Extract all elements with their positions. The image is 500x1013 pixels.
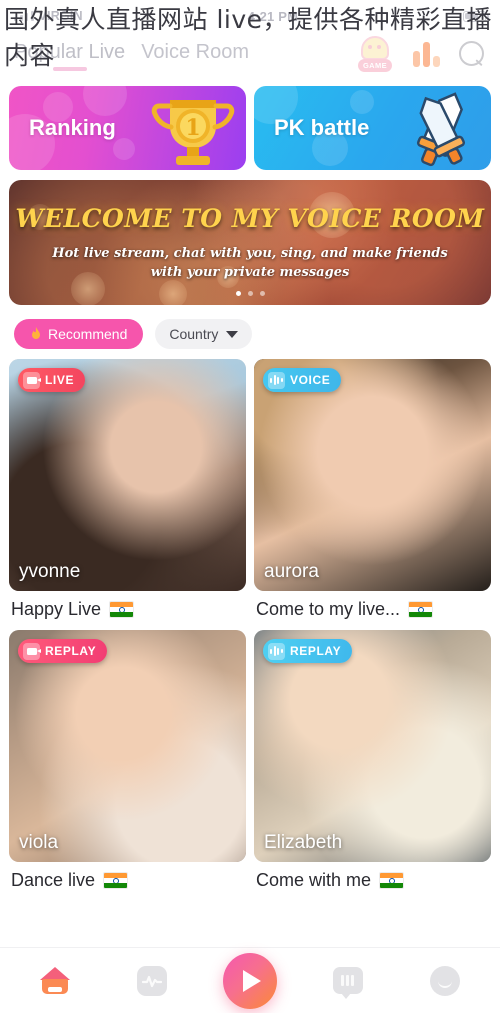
status-bar-time: 4:21 PM — [247, 8, 299, 24]
stream-card[interactable]: REPLAY Elizabeth Come with me — [254, 630, 491, 893]
activity-pulse-icon — [137, 965, 168, 996]
game-badge-icon[interactable]: GAME — [355, 36, 395, 72]
india-flag-icon — [379, 872, 405, 889]
stream-thumbnail[interactable]: REPLAY viola — [9, 630, 246, 862]
filter-row: Recommend Country — [0, 305, 500, 359]
stream-caption: Happy Live — [9, 591, 246, 622]
banner-subtitle: Hot live stream, chat with you, sing, an… — [52, 246, 448, 280]
bottom-nav-bar — [0, 947, 500, 1013]
banner-carousel-dots[interactable] — [9, 291, 491, 296]
app-root: VIRGIN 4:21 PM Popular Live Voice Room G… — [0, 0, 500, 1013]
bubble-decor — [113, 138, 135, 160]
battery-icon — [463, 10, 489, 22]
nav-icon-group: GAME — [355, 36, 486, 72]
audio-wave-icon — [268, 371, 285, 389]
status-badge: LIVE — [18, 368, 86, 392]
home-icon — [39, 966, 70, 995]
filter-country-label: Country — [169, 326, 219, 342]
thumbnail-image — [9, 359, 246, 591]
promo-row: Ranking 1 PK battle — [0, 76, 500, 170]
stream-card[interactable]: REPLAY viola Dance live — [9, 630, 246, 893]
stream-thumbnail[interactable]: VOICE aurora — [254, 359, 491, 591]
carousel-dot[interactable] — [235, 291, 241, 296]
bottom-nav-messages[interactable] — [321, 954, 375, 1008]
stream-caption: Dance live — [9, 862, 246, 893]
status-bar: VIRGIN 4:21 PM — [0, 0, 500, 32]
streamer-username: yvonne — [19, 561, 81, 582]
bubble-decor — [83, 86, 127, 116]
go-live-play-icon[interactable] — [222, 952, 277, 1009]
game-eye-right — [377, 45, 381, 49]
bottom-nav-profile[interactable] — [418, 954, 472, 1008]
india-flag-icon — [408, 601, 434, 618]
trophy-icon: 1 — [151, 100, 235, 165]
filter-country-dropdown[interactable]: Country — [155, 319, 253, 349]
ranking-bars-icon[interactable] — [413, 41, 440, 67]
carrier-label: VIRGIN — [38, 9, 83, 23]
svg-text:1: 1 — [185, 115, 200, 141]
video-camera-icon — [23, 642, 41, 660]
game-crown-shape — [361, 36, 389, 60]
signal-bars-icon — [14, 11, 34, 21]
stream-card[interactable]: LIVE yvonne Happy Live — [9, 359, 246, 622]
carousel-dot[interactable] — [259, 291, 265, 296]
thumbnail-image — [254, 630, 491, 862]
flame-icon — [32, 327, 40, 339]
stream-caption-text: Dance live — [11, 870, 96, 890]
crossed-swords-icon — [416, 92, 466, 167]
stream-thumbnail[interactable]: LIVE yvonne — [9, 359, 246, 591]
game-eye-left — [368, 45, 372, 49]
thumbnail-image — [254, 359, 491, 591]
tab-voice-room[interactable]: Voice Room — [141, 41, 249, 68]
status-badge-label: REPLAY — [45, 644, 97, 658]
status-badge-label: LIVE — [45, 373, 75, 387]
thumbnail-image — [9, 630, 246, 862]
streamer-username: viola — [19, 832, 59, 853]
stream-card[interactable]: VOICE aurora Come to my live... — [254, 359, 491, 622]
chevron-down-icon — [226, 330, 239, 338]
stream-caption-text: Come with me — [256, 870, 372, 890]
bubble-decor — [350, 90, 374, 114]
filter-recommend-label: Recommend — [48, 326, 128, 342]
promo-card-ranking[interactable]: Ranking 1 — [9, 86, 246, 170]
promo-card-pk-battle[interactable]: PK battle — [254, 86, 491, 170]
stream-thumbnail[interactable]: REPLAY Elizabeth — [254, 630, 491, 862]
carousel-dot[interactable] — [247, 291, 253, 296]
filter-recommend-button[interactable]: Recommend — [14, 319, 144, 349]
status-badge-label: VOICE — [290, 373, 331, 387]
voice-room-banner[interactable]: WELCOME TO MY VOICE ROOM Hot live stream… — [9, 180, 491, 305]
top-nav: Popular Live Voice Room GAME — [0, 32, 500, 76]
stream-caption: Come to my live... — [254, 591, 491, 622]
promo-title-pk-battle: PK battle — [274, 115, 370, 140]
status-badge-label: REPLAY — [290, 644, 342, 658]
stream-caption-text: Happy Live — [11, 599, 102, 619]
stream-caption: Come with me — [254, 862, 491, 893]
streamer-username: aurora — [264, 561, 319, 582]
streamer-username: Elizabeth — [264, 832, 343, 853]
bottom-nav-go-live[interactable] — [222, 952, 277, 1009]
game-badge-label: GAME — [358, 59, 392, 72]
status-badge: REPLAY — [263, 639, 353, 663]
stream-caption-text: Come to my live... — [256, 599, 401, 619]
messages-icon — [332, 967, 363, 999]
status-bar-right — [463, 10, 489, 22]
india-flag-icon — [109, 601, 135, 618]
bottom-nav-home[interactable] — [28, 954, 82, 1008]
tab-popular-live[interactable]: Popular Live — [14, 41, 125, 68]
video-camera-icon — [23, 371, 41, 389]
stream-grid: LIVE yvonne Happy Live VOICE aurora Come… — [0, 359, 500, 893]
bottom-nav-activity[interactable] — [125, 954, 179, 1008]
status-badge: REPLAY — [18, 639, 108, 663]
search-icon[interactable] — [458, 40, 486, 68]
status-badge: VOICE — [263, 368, 342, 392]
profile-face-icon — [430, 965, 461, 996]
audio-wave-icon — [268, 642, 285, 660]
promo-title-ranking: Ranking — [29, 115, 116, 140]
status-bar-left: VIRGIN — [14, 9, 83, 23]
banner-title: WELCOME TO MY VOICE ROOM — [15, 204, 485, 233]
india-flag-icon — [103, 872, 129, 889]
